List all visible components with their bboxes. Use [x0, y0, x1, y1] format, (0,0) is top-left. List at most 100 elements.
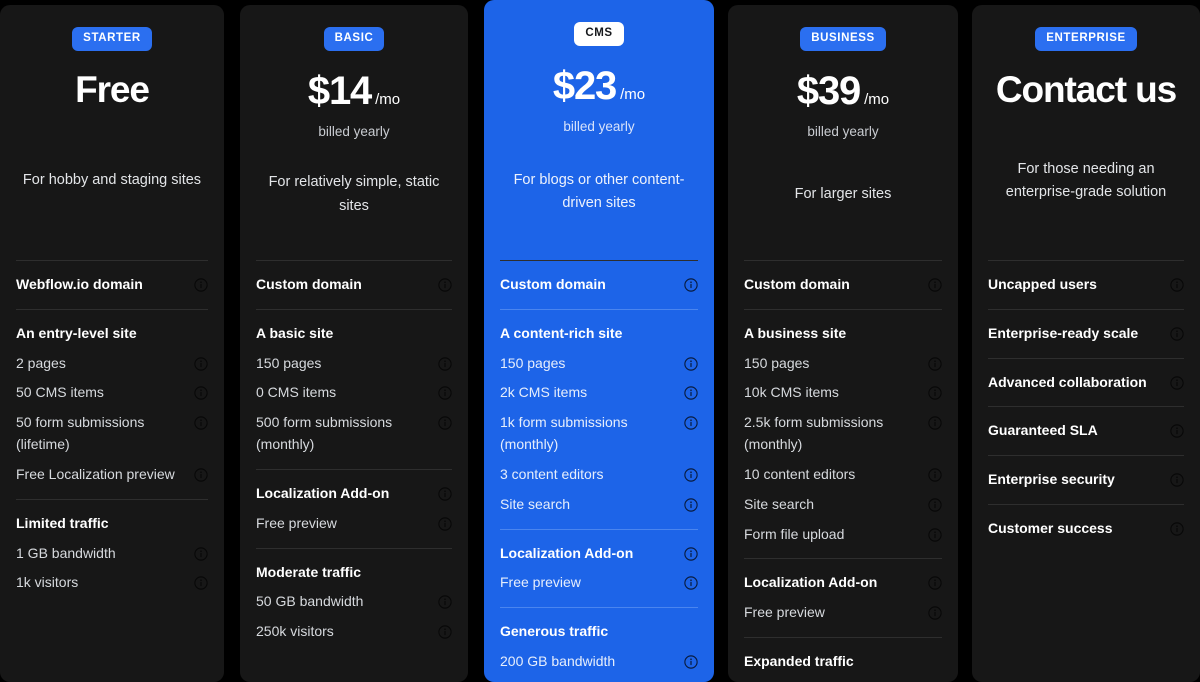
info-icon[interactable] [1170, 327, 1184, 341]
info-icon[interactable] [684, 386, 698, 401]
plan-header-enterprise: ENTERPRISE Contact us For those needing an… [988, 5, 1184, 251]
plan-features-enterprise: Uncapped users Enterprise-ready scale Adva… [988, 270, 1184, 554]
info-icon[interactable] [684, 655, 698, 669]
info-icon[interactable] [684, 576, 698, 591]
feature-row: 150 pages [500, 349, 698, 379]
info-icon[interactable] [684, 278, 698, 292]
feature-label: 10k CMS items [744, 384, 839, 401]
column-gap [224, 0, 240, 1]
feature-label: 0 CMS items [256, 384, 337, 401]
info-icon[interactable] [1170, 424, 1184, 439]
feature-row: Free Localization preview [16, 460, 208, 490]
plan-price-amount: $14 [307, 68, 372, 113]
feature-row: Guaranteed SLA [988, 416, 1184, 446]
info-icon[interactable] [928, 416, 942, 431]
plan-price-line: $39/mo [744, 68, 942, 115]
info-icon[interactable] [438, 416, 452, 431]
info-icon[interactable] [928, 468, 942, 482]
info-icon[interactable] [194, 416, 208, 431]
plan-price-suffix: /mo [620, 85, 646, 103]
info-icon[interactable] [684, 356, 698, 371]
feature-group: Webflow.io domain [16, 270, 208, 300]
feature-row: 10 content editors [744, 460, 942, 490]
plan-card-business[interactable]: BUSINESS $39/mo billed yearly For larger si… [728, 5, 958, 682]
info-icon[interactable] [928, 386, 942, 401]
info-icon[interactable] [438, 386, 452, 401]
feature-row: Expanded traffic [744, 647, 942, 677]
plan-features-cms: Custom domain A content-rich site 150 page… [500, 270, 698, 682]
feature-row: 150 pages [256, 349, 452, 379]
info-icon[interactable] [684, 416, 698, 431]
feature-label: An entry-level site [16, 324, 137, 341]
plan-header-business: BUSINESS $39/mo billed yearly For larger si… [744, 5, 942, 251]
plan-price-line: $14/mo [256, 68, 452, 115]
plan-price-block: Free [16, 51, 208, 112]
plan-card-starter[interactable]: STARTER Free For hobby and staging sites We… [0, 5, 224, 682]
info-icon[interactable] [194, 468, 208, 482]
feature-row: 50 form submissions (lifetime) [16, 408, 208, 460]
feature-row: Localization Add-on [744, 568, 942, 598]
info-icon[interactable] [928, 606, 942, 620]
feature-row: 0 CMS items [256, 378, 452, 408]
info-icon[interactable] [438, 625, 452, 639]
feature-group: Moderate traffic 50 GB bandwidth 250k visi… [256, 547, 452, 647]
info-icon[interactable] [194, 356, 208, 371]
plan-price-amount: Free [75, 68, 150, 110]
plan-price-suffix: /mo [375, 90, 401, 108]
feature-row: 250k visitors [500, 677, 698, 682]
info-icon[interactable] [928, 278, 942, 292]
plan-card-basic[interactable]: BASIC $14/mo billed yearly For relatively s… [240, 5, 468, 682]
feature-label: 2k CMS items [500, 384, 588, 401]
feature-row: Enterprise security [988, 465, 1184, 495]
feature-group: An entry-level site 2 pages 50 CMS items 50… [16, 308, 208, 490]
info-icon[interactable] [684, 468, 698, 482]
feature-row: Limited traffic [16, 509, 208, 539]
header-spacer [256, 218, 452, 251]
header-divider [500, 260, 698, 261]
feature-label: 2.5k form submissions (monthly) [744, 414, 884, 453]
header-spacer [16, 193, 208, 251]
info-icon[interactable] [194, 278, 208, 292]
feature-row: Custom domain [744, 270, 942, 300]
info-icon[interactable] [438, 356, 452, 371]
info-icon[interactable] [438, 517, 452, 531]
feature-row: A basic site [256, 319, 452, 349]
info-icon[interactable] [438, 487, 452, 501]
info-icon[interactable] [194, 576, 208, 591]
column-gap [958, 0, 972, 1]
info-icon[interactable] [1170, 278, 1184, 292]
info-icon[interactable] [684, 498, 698, 512]
info-icon[interactable] [438, 595, 452, 610]
header-spacer [744, 207, 942, 251]
info-icon[interactable] [928, 498, 942, 512]
info-icon[interactable] [928, 527, 942, 542]
info-icon[interactable] [194, 546, 208, 561]
info-icon[interactable] [684, 546, 698, 561]
feature-row: 1 GB bandwidth [16, 539, 208, 569]
plan-badge-row: STARTER [16, 5, 208, 51]
feature-label: A business site [744, 324, 847, 341]
info-icon[interactable] [1170, 522, 1184, 536]
plan-price-line: Contact us [988, 68, 1184, 112]
info-icon[interactable] [1170, 473, 1184, 488]
info-icon[interactable] [194, 386, 208, 401]
header-spacer [744, 139, 942, 183]
plan-card-enterprise[interactable]: ENTERPRISE Contact us For those needing an… [972, 5, 1200, 682]
info-icon[interactable] [1170, 375, 1184, 390]
feature-row: 10k CMS items [744, 378, 942, 408]
feature-row: 1k form submissions (monthly) [500, 408, 698, 460]
feature-label: Customer success [988, 520, 1113, 537]
feature-group: Localization Add-on Free preview [500, 528, 698, 599]
plan-billing-note: billed yearly [807, 123, 879, 139]
info-icon[interactable] [438, 278, 452, 292]
plan-billing-note: billed yearly [318, 123, 390, 139]
info-icon[interactable] [928, 356, 942, 371]
info-icon[interactable] [928, 576, 942, 591]
feature-label: Limited traffic [16, 514, 109, 531]
feature-label: 1 GB bandwidth [16, 544, 116, 561]
feature-label: Free preview [256, 514, 337, 531]
feature-row: Custom domain [500, 270, 698, 300]
feature-label: Localization Add-on [744, 574, 878, 591]
feature-row: Free preview [500, 568, 698, 598]
plan-card-cms[interactable]: CMS $23/mo billed yearly For blogs or other… [484, 0, 714, 682]
